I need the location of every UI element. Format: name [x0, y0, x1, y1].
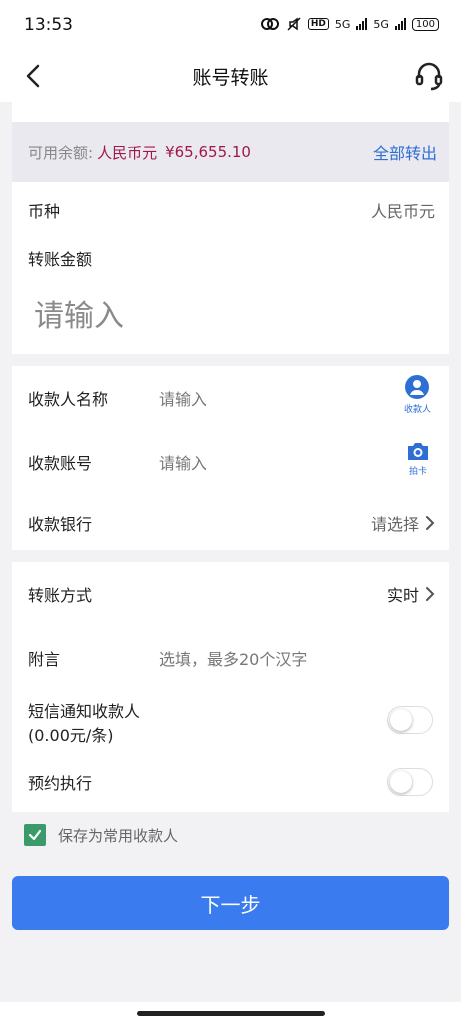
payee-name-label: 收款人名称 — [28, 390, 109, 409]
home-indicator[interactable] — [137, 1011, 325, 1016]
battery-icon: 100 — [411, 17, 439, 31]
transfer-method-value: 实时 — [386, 586, 419, 605]
currency-value: 人民币元 — [370, 202, 435, 221]
sms-fee-label: (0.00元/条) — [28, 726, 114, 745]
nav-bar: 账号转账 — [0, 50, 461, 102]
signal-icon — [394, 18, 406, 30]
payee-contacts-label: 收款人 — [403, 405, 431, 415]
next-button[interactable]: 下一步 — [12, 876, 449, 930]
note-row: 附言 选填，最多20个汉字 — [12, 638, 449, 678]
scan-card-button[interactable]: 拍卡 — [405, 440, 431, 477]
payee-card: 收款人名称 请输入 收款人 收款账号 请输入 拍卡 收款银行 请选择 — [12, 366, 449, 550]
save-payee-label: 保存为常用收款人 — [58, 826, 179, 845]
chevron-right-icon — [426, 516, 435, 530]
mute-icon — [287, 17, 301, 31]
camera-icon — [408, 443, 428, 460]
check-icon — [28, 829, 42, 841]
chevron-left-icon[interactable] — [20, 62, 48, 90]
hd-badge: HD — [307, 18, 329, 30]
page-title: 账号转账 — [192, 66, 269, 89]
currency-label: 币种 — [28, 202, 61, 221]
status-icons: HD 5G 5G 100 — [260, 16, 439, 32]
payee-name-input[interactable]: 请输入 — [159, 386, 207, 410]
save-payee-row: 保存为常用收款人 — [24, 824, 178, 846]
amount-card: 币种 人民币元 转账金额 — [12, 182, 449, 354]
payee-name-row: 收款人名称 请输入 — [12, 374, 449, 422]
amount-label-row: 转账金额 — [12, 240, 449, 276]
balance-label: 可用余额: — [28, 143, 94, 162]
network-type-2: 5G — [373, 17, 389, 31]
network-type-1: 5G — [334, 17, 351, 31]
bank-label: 收款银行 — [28, 515, 93, 534]
amount-input[interactable] — [34, 292, 424, 340]
options-card: 转账方式 实时 附言 选填，最多20个汉字 短信通知收款人 (0.00元/条) … — [12, 562, 449, 812]
note-input[interactable]: 选填，最多20个汉字 — [159, 646, 307, 670]
toggle-knob — [390, 709, 412, 731]
sms-row: 短信通知收款人 (0.00元/条) — [12, 696, 449, 748]
sms-label: 短信通知收款人 — [28, 702, 141, 721]
payee-contacts-button[interactable]: 收款人 — [404, 374, 431, 415]
schedule-label: 预约执行 — [28, 774, 93, 793]
chevron-right-icon — [426, 587, 435, 601]
person-icon — [405, 375, 430, 399]
account-label: 收款账号 — [28, 454, 93, 473]
transfer-method-row[interactable]: 转账方式 实时 — [12, 574, 449, 614]
headset-icon[interactable] — [413, 60, 445, 92]
amount-label: 转账金额 — [28, 250, 93, 269]
bank-select[interactable]: 请选择 — [371, 511, 435, 535]
scan-card-label: 拍卡 — [408, 467, 427, 477]
sms-toggle[interactable] — [387, 706, 433, 734]
status-bar: 13:53 HD 5G 5G 100 — [0, 0, 461, 50]
link-icon — [260, 18, 279, 30]
schedule-toggle[interactable] — [387, 768, 433, 796]
transfer-method-label: 转账方式 — [28, 586, 93, 605]
note-label: 附言 — [28, 650, 61, 669]
account-row: 收款账号 请输入 — [12, 438, 449, 486]
toggle-knob — [390, 771, 412, 793]
schedule-row: 预约执行 — [12, 762, 449, 802]
transfer-all-link[interactable]: 全部转出 — [373, 140, 437, 164]
currency-row[interactable]: 币种 人民币元 — [12, 192, 449, 228]
transfer-method-select[interactable]: 实时 — [387, 582, 435, 606]
top-strip — [12, 102, 449, 122]
balance-currency: 人民币元 — [97, 143, 158, 162]
balance-row: 可用余额: 人民币元 ¥65,655.10 全部转出 — [12, 122, 449, 182]
bank-row[interactable]: 收款银行 请选择 — [12, 502, 449, 544]
account-input[interactable]: 请输入 — [159, 450, 207, 474]
bank-value: 请选择 — [370, 515, 419, 534]
save-payee-checkbox[interactable] — [24, 824, 46, 846]
signal-icon — [356, 18, 368, 30]
balance-amount: ¥65,655.10 — [165, 143, 251, 161]
status-time: 13:53 — [24, 15, 73, 35]
